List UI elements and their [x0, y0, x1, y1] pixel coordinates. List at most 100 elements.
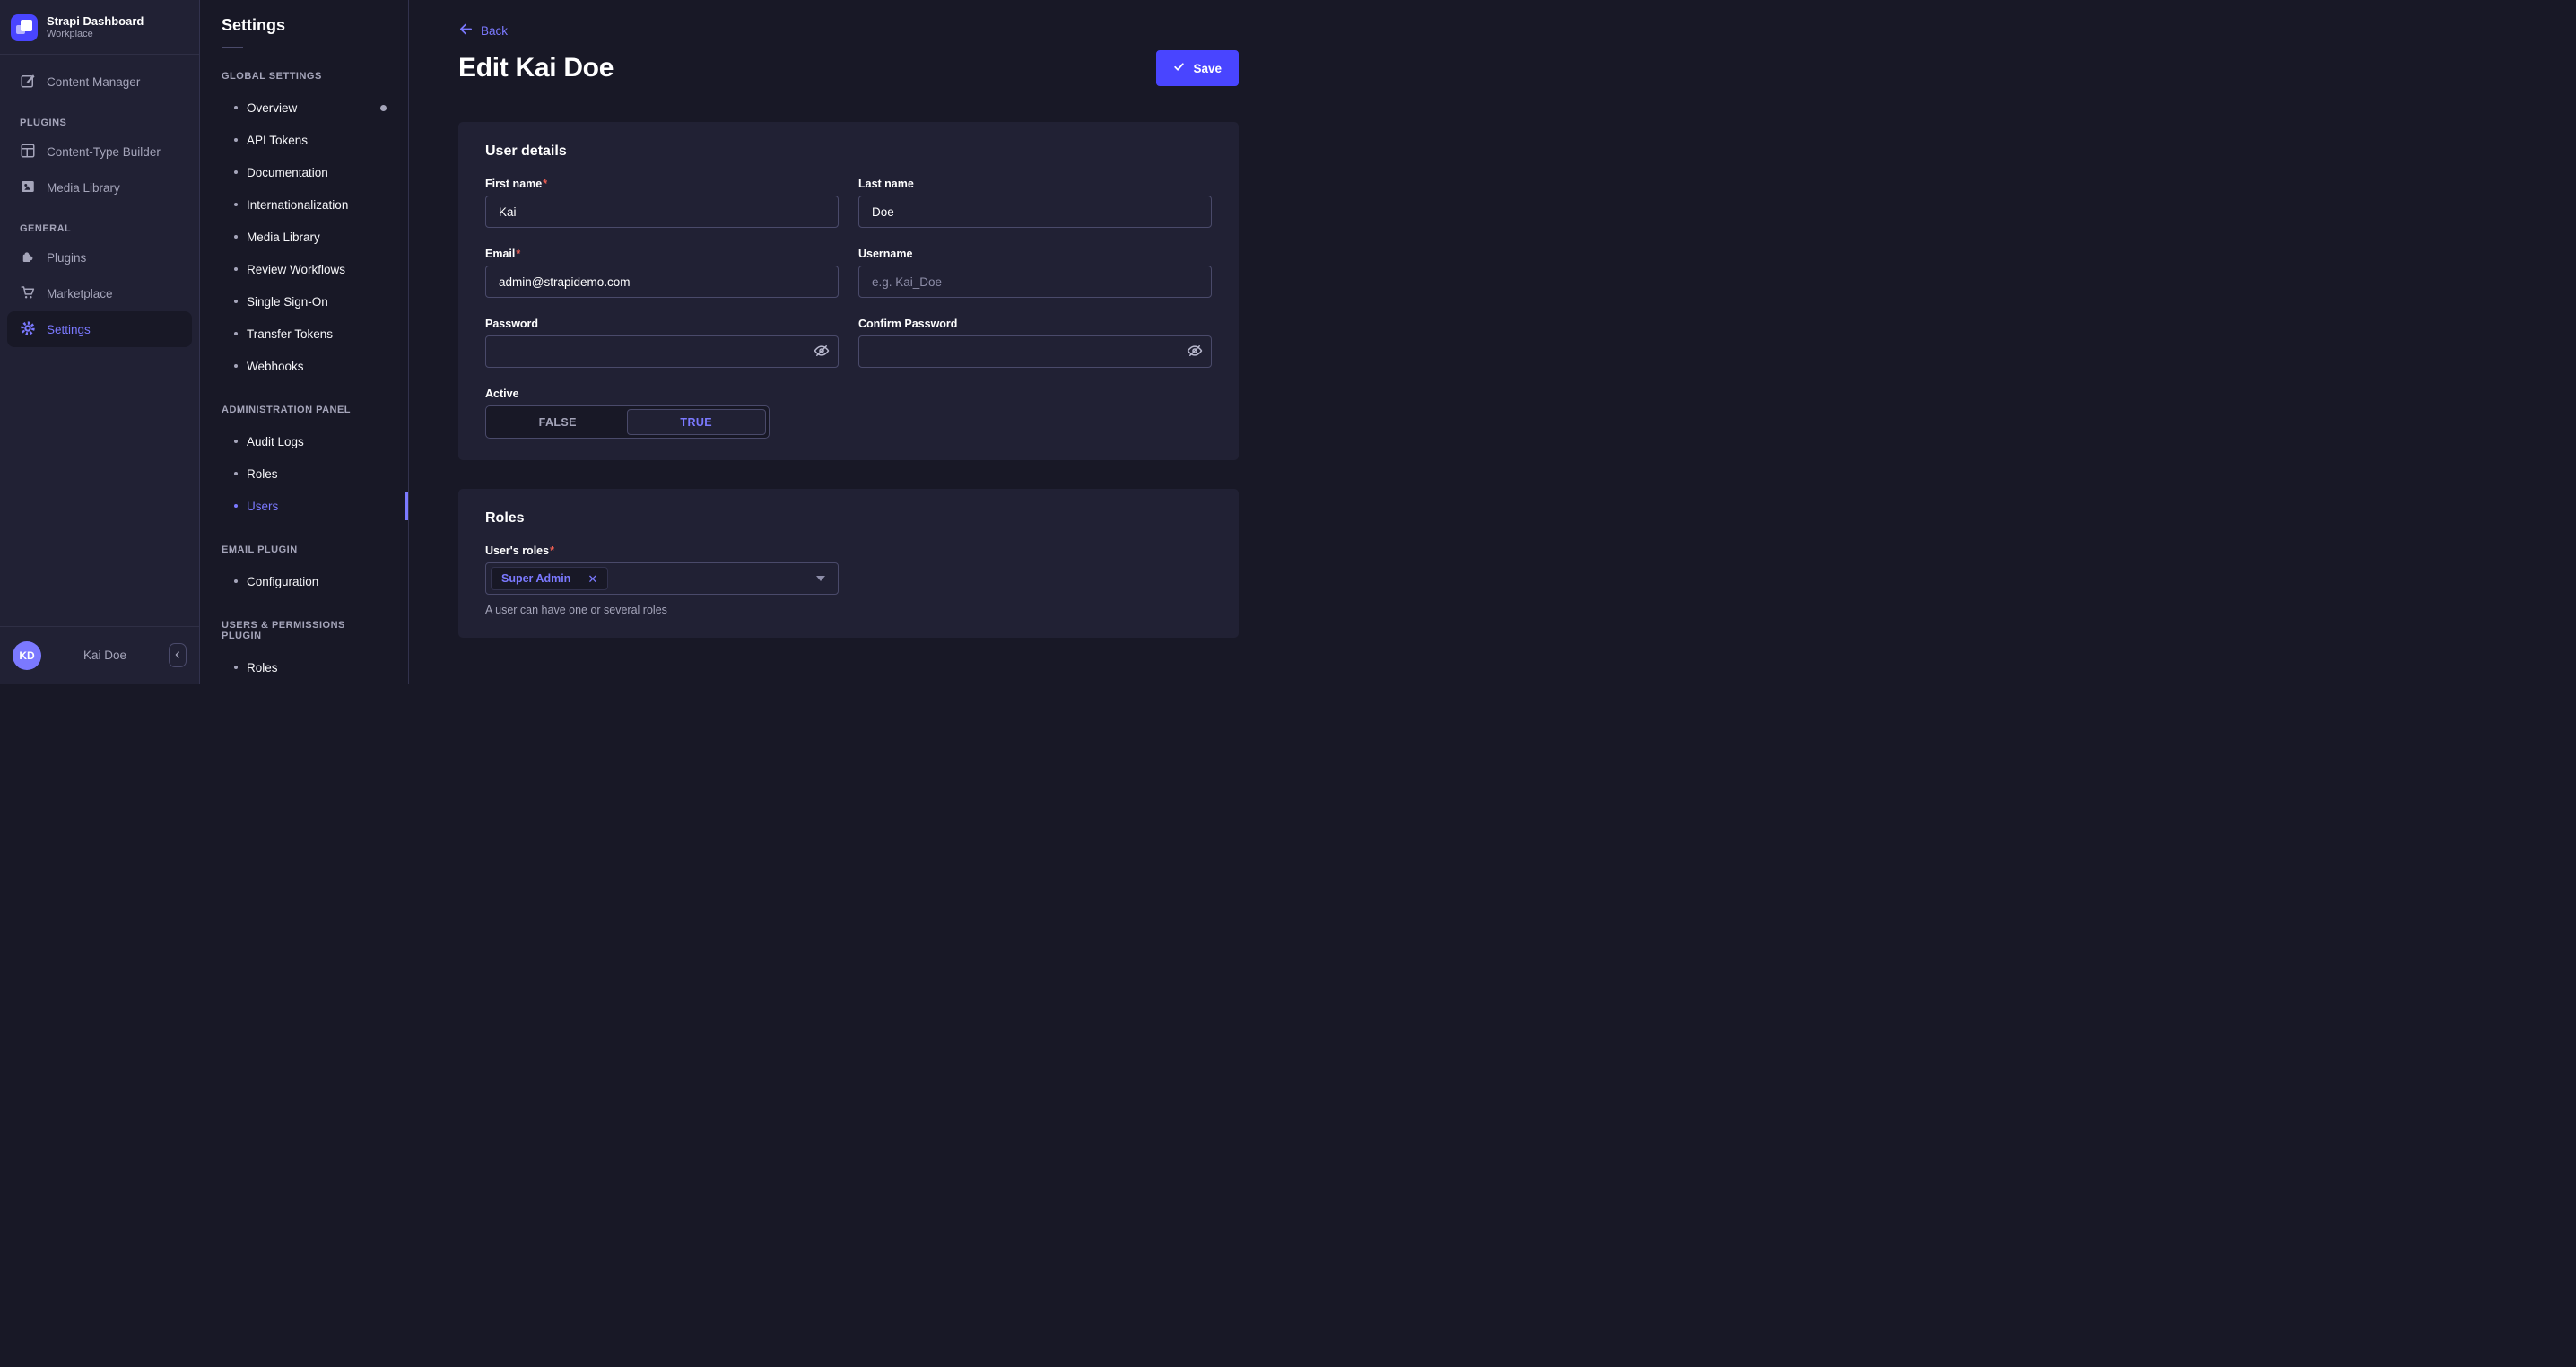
- subnav-item-overview[interactable]: Overview: [200, 91, 408, 124]
- first-name-input[interactable]: [485, 196, 839, 228]
- app-window: Strapi Dashboard Workplace Content Manag…: [0, 0, 1288, 684]
- required-asterisk: *: [516, 248, 520, 260]
- user-details-card: User details First name* Last name Email…: [458, 122, 1239, 460]
- shopping-cart-icon: [20, 284, 36, 303]
- eye-off-icon: [814, 343, 830, 361]
- subnav-item-label: Users: [247, 500, 278, 513]
- bullet-icon: [234, 235, 238, 239]
- subnav-item-documentation[interactable]: Documentation: [200, 156, 408, 188]
- caret-down-icon: [816, 576, 825, 581]
- active-label: Active: [485, 387, 839, 400]
- user-name: Kai Doe: [47, 649, 163, 662]
- toggle-password-visibility-button[interactable]: [807, 338, 836, 365]
- subnav-item-webhooks[interactable]: Webhooks: [200, 350, 408, 382]
- subnav-item-media-library[interactable]: Media Library: [200, 221, 408, 253]
- subnav-item-api-tokens[interactable]: API Tokens: [200, 124, 408, 156]
- picture-icon: [20, 178, 36, 197]
- subnav-item-transfer-tokens[interactable]: Transfer Tokens: [200, 318, 408, 350]
- save-button[interactable]: Save: [1156, 50, 1239, 86]
- sidebar-item-label: Content-Type Builder: [47, 145, 161, 159]
- gear-icon: [20, 320, 36, 339]
- subnav-title: Settings: [200, 16, 408, 35]
- user-roles-select[interactable]: Super Admin ✕: [485, 562, 839, 595]
- subnav-item-label: Single Sign-On: [247, 295, 328, 309]
- subnav-item-label: Internationalization: [247, 198, 348, 212]
- sidebar-item-content-manager[interactable]: Content Manager: [7, 64, 192, 100]
- email-field-group: Email*: [485, 248, 839, 298]
- bullet-icon: [234, 364, 238, 368]
- password-label: Password: [485, 318, 839, 330]
- workspace-name: Workplace: [47, 29, 144, 41]
- subnav-item-up-roles[interactable]: Roles: [200, 651, 408, 684]
- roles-hint: A user can have one or several roles: [485, 604, 1212, 616]
- sidebar-item-label: Settings: [47, 323, 91, 336]
- role-tag-label: Super Admin: [501, 572, 570, 585]
- subnav-item-internationalization[interactable]: Internationalization: [200, 188, 408, 221]
- email-input[interactable]: [485, 266, 839, 298]
- subnav-item-label: Media Library: [247, 231, 320, 244]
- subnav-item-label: Transfer Tokens: [247, 327, 333, 341]
- check-icon: [1173, 61, 1185, 75]
- subnav-item-audit-logs[interactable]: Audit Logs: [200, 425, 408, 457]
- sidebar-item-plugins[interactable]: Plugins: [7, 239, 192, 275]
- main-nav-list: Content Manager PLUGINS Content-Type Bui…: [0, 55, 199, 347]
- username-field-group: Username: [858, 248, 1212, 298]
- sidebar-item-marketplace[interactable]: Marketplace: [7, 275, 192, 311]
- password-input[interactable]: [485, 335, 839, 368]
- bullet-icon: [234, 170, 238, 174]
- bullet-icon: [234, 106, 238, 109]
- workspace-info: Strapi Dashboard Workplace: [47, 14, 144, 41]
- bullet-icon: [234, 472, 238, 475]
- subnav-item-configuration[interactable]: Configuration: [200, 565, 408, 597]
- active-toggle-true[interactable]: TRUE: [627, 409, 767, 435]
- sidebar-item-content-type-builder[interactable]: Content-Type Builder: [7, 134, 192, 170]
- empty-grid-cell: [858, 387, 1212, 439]
- workspace-header[interactable]: Strapi Dashboard Workplace: [0, 0, 199, 55]
- active-toggle-false[interactable]: FALSE: [489, 409, 627, 435]
- sidebar-item-label: Media Library: [47, 181, 120, 195]
- main-sidebar: Strapi Dashboard Workplace Content Manag…: [0, 0, 200, 684]
- page-header: Edit Kai Doe Save: [458, 50, 1239, 86]
- required-asterisk: *: [543, 178, 547, 190]
- bullet-icon: [234, 138, 238, 142]
- subnav-item-single-sign-on[interactable]: Single Sign-On: [200, 285, 408, 318]
- confirm-password-field-group: Confirm Password: [858, 318, 1212, 368]
- toggle-confirm-password-visibility-button[interactable]: [1180, 338, 1209, 365]
- subnav-item-label: Webhooks: [247, 360, 304, 373]
- subnav-item-review-workflows[interactable]: Review Workflows: [200, 253, 408, 285]
- username-input[interactable]: [858, 266, 1212, 298]
- bullet-icon: [234, 666, 238, 669]
- subnav-item-label: Roles: [247, 661, 278, 675]
- user-details-form: First name* Last name Email* Username Pa: [485, 178, 1212, 439]
- puzzle-piece-icon: [20, 248, 36, 267]
- user-roles-label: User's roles*: [485, 544, 1212, 557]
- subnav-item-users[interactable]: Users: [200, 490, 408, 522]
- subnav-section-global-settings: GLOBAL SETTINGS: [200, 71, 408, 82]
- app-title: Strapi Dashboard: [47, 14, 144, 29]
- page-title: Edit Kai Doe: [458, 53, 614, 83]
- username-label: Username: [858, 248, 1212, 260]
- role-tag: Super Admin ✕: [491, 567, 608, 590]
- sidebar-section-general: GENERAL: [7, 223, 192, 234]
- sidebar-item-settings[interactable]: Settings: [7, 311, 192, 347]
- sidebar-item-media-library[interactable]: Media Library: [7, 170, 192, 205]
- subnav-section-administration-panel: ADMINISTRATION PANEL: [200, 405, 408, 415]
- subnav-item-label: Audit Logs: [247, 435, 304, 448]
- active-field-group: Active FALSE TRUE: [485, 387, 839, 439]
- chevron-left-icon: [173, 649, 182, 662]
- bullet-icon: [234, 300, 238, 303]
- subnav-section-email-plugin: EMAIL PLUGIN: [200, 544, 408, 555]
- bullet-icon: [234, 504, 238, 508]
- remove-role-button[interactable]: ✕: [587, 573, 597, 585]
- subnav-item-label: Roles: [247, 467, 278, 481]
- notification-dot: [380, 105, 387, 111]
- layout-grid-icon: [20, 143, 36, 161]
- subnav-item-admin-roles[interactable]: Roles: [200, 457, 408, 490]
- collapse-sidebar-button[interactable]: [169, 643, 187, 667]
- email-label: Email*: [485, 248, 839, 260]
- bullet-icon: [234, 267, 238, 271]
- first-name-label: First name*: [485, 178, 839, 190]
- back-link[interactable]: Back: [458, 22, 508, 39]
- confirm-password-input[interactable]: [858, 335, 1212, 368]
- last-name-input[interactable]: [858, 196, 1212, 228]
